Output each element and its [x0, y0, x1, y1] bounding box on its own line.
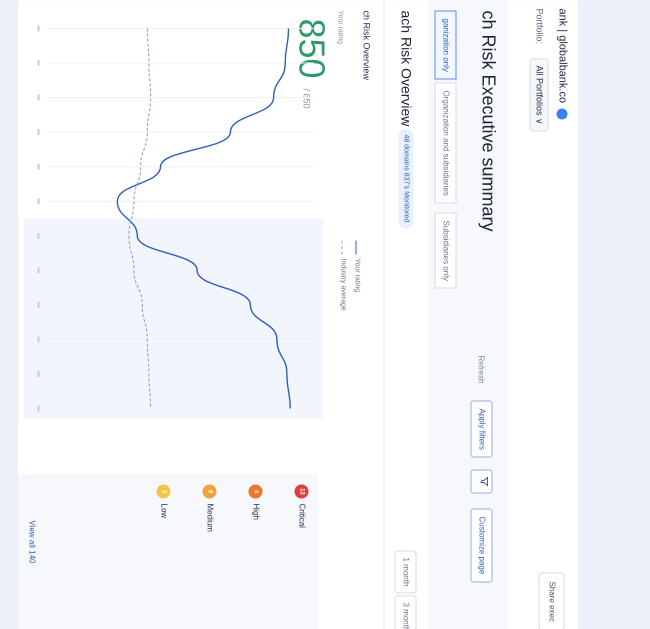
low-dot: 3	[156, 484, 170, 498]
legend-your-rating-swatch	[355, 240, 356, 254]
period-1-month[interactable]: 1 month	[394, 550, 416, 593]
chart-shaded-region	[23, 218, 323, 418]
app-window: ank | globalbank.co Portfolio: All Portf…	[18, 0, 578, 629]
x-tick-mark	[37, 94, 39, 101]
monitored-badge: 48 domains 837's Monitored	[398, 128, 413, 228]
customize-page-button[interactable]: Customize page	[470, 508, 492, 582]
card-title: ch Risk Overview	[361, 10, 371, 80]
share-button[interactable]: Share exec	[538, 572, 564, 629]
view-all-link[interactable]: View all 140	[27, 520, 36, 563]
legend-industry-average-swatch	[341, 240, 342, 254]
medium-dot: 8	[202, 484, 216, 498]
segment-organization-and-subsidiaries[interactable]: Organization and subsidiaries	[434, 82, 456, 204]
page-title: ch Risk Executive summary	[478, 10, 498, 232]
filter-icon[interactable]	[470, 469, 492, 493]
x-tick-mark	[37, 163, 39, 170]
high-label: High	[251, 503, 260, 520]
x-tick-mark	[37, 25, 39, 31]
apply-filters-button[interactable]: Apply filters	[470, 400, 492, 458]
segment-organization-only[interactable]: ganization only	[434, 10, 456, 80]
company-domain: ank | globalbank.co	[556, 8, 568, 119]
verified-icon	[556, 107, 568, 119]
rating-trend-chart	[23, 25, 323, 418]
score-label: Your rating	[336, 10, 343, 44]
portfolio-select[interactable]: All Portfolios ∨	[529, 58, 548, 132]
medium-label: Medium	[205, 503, 214, 532]
x-tick-mark	[37, 128, 39, 135]
severity-panel	[18, 474, 318, 629]
rotated-page: ank | globalbank.co Portfolio: All Portf…	[18, 0, 578, 629]
legend-your-rating: Your rating	[353, 258, 360, 292]
section-title: ach Risk Overview	[398, 10, 414, 126]
screenshot-frame: ank | globalbank.co Portfolio: All Portf…	[0, 0, 650, 629]
segment-subsidiaries-only[interactable]: Subsidiaries only	[434, 212, 456, 289]
legend-industry-average: Industry average	[339, 258, 346, 311]
x-tick-mark	[37, 197, 39, 204]
critical-label: Critical	[297, 503, 306, 528]
portfolio-label: Portfolio:	[534, 8, 544, 44]
refresh-label: Refresh	[476, 355, 485, 384]
domain-text: ank | globalbank.co	[556, 8, 568, 103]
filter-icon-glyph	[479, 475, 488, 487]
x-tick-mark	[37, 59, 39, 66]
high-dot: 4	[248, 484, 262, 498]
critical-dot: 12	[294, 484, 308, 498]
period-3-month[interactable]: 3 month	[394, 595, 416, 629]
low-label: Low	[159, 503, 168, 518]
